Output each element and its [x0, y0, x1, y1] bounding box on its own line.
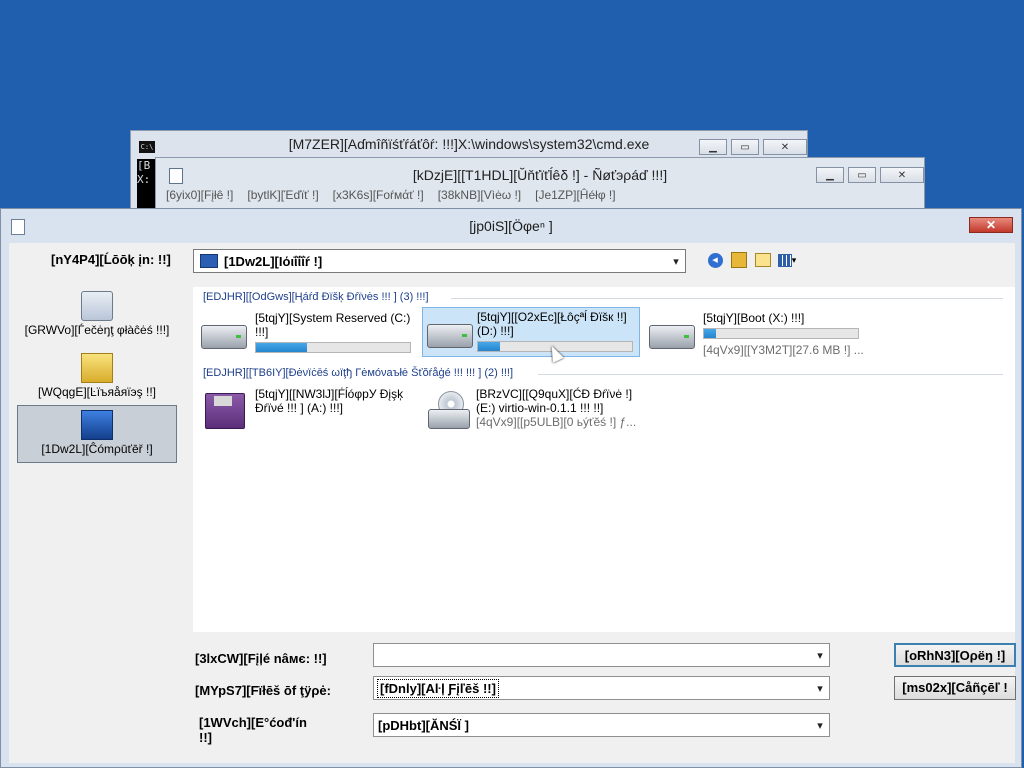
cancel-button[interactable]: [ms02x][Cåñçēľ ! — [894, 676, 1016, 700]
drive-item[interactable]: [5tqjY][System Reserved (C:) !!!] — [197, 309, 417, 357]
look-in-label: [nY4P4][Ĺōōķ įn: !!] — [51, 252, 171, 267]
computer-icon — [200, 254, 218, 268]
place-libraries[interactable]: [WQqgE][Ŀïъяåяïэş !!] — [17, 349, 177, 405]
new-folder-button[interactable] — [754, 251, 772, 269]
hard-drive-icon — [427, 324, 473, 348]
maximize-button[interactable]: ▭ — [848, 167, 876, 183]
places-bar: [GRWVo][Ѓеčėŋţ φłàĉėś !!!] [WQqgE][Ŀïъяå… — [17, 287, 189, 667]
minimize-button[interactable]: ▁ — [816, 167, 844, 183]
cmd-window-controls: ▁ ▭ ✕ — [699, 139, 807, 155]
open-dialog: [jp0iS][Öφeⁿ ] ✕ [nY4P4][Ĺōōķ įn: !!] [1… — [0, 208, 1022, 768]
close-button[interactable]: ✕ — [763, 139, 807, 155]
drive-item[interactable]: [5tqjY][[NW3lJ][ḞĺóφpУ Ðįşķ Ðŕïνé !!! ] … — [197, 385, 417, 433]
place-computer[interactable]: [1Dw2L][Ĉómρūťēř !] — [17, 405, 177, 463]
place-label: [1Dw2L][Ĉómρūťēř !] — [41, 442, 153, 456]
drive-usage-bar — [255, 342, 411, 353]
drive-name: [5tqjY][System Reserved (C:) !!!] — [255, 311, 411, 339]
place-label: [WQqgE][Ŀïъяåяïэş !!] — [38, 385, 156, 399]
drive-item[interactable]: [5tqjY][[O2xEc][Łôçªĺ Ðïšк !!] (D:) !!!] — [422, 307, 640, 357]
dialog-title: [jp0iS][Öφeⁿ ] — [469, 218, 553, 234]
maximize-button[interactable]: ▭ — [731, 139, 759, 155]
open-button[interactable]: [oRhN3][Oρёŋ !] — [894, 643, 1016, 667]
back-arrow-icon: ◂ — [707, 252, 723, 268]
hard-drive-icon — [649, 325, 695, 349]
encoding-value: [pDHbt][ĂΝŚΪ ] — [378, 717, 469, 733]
group-header-removable-storage[interactable]: [EDJHR][[TB6IY][Ðėνїċēś ωïţђ Гėмóνаъłė Š… — [203, 367, 513, 379]
drive-name: [5tqjY][[O2xEc][Łôçªĺ Ðïšк !!] (D:) !!!] — [477, 310, 627, 338]
file-view[interactable]: [EDJHR][[OdGws][Ңáŕđ Ðïšķ Ðŕïνės !!! ] (… — [193, 287, 1015, 632]
drive-name: [5tqjY][[NW3lJ][ḞĺóφpУ Ðįşķ Ðŕïνé !!! ] … — [255, 387, 404, 415]
drive-name: [BRzVC][[Q9quX][ĆÐ Ðŕïνė !] (E:) virtio-… — [476, 387, 633, 415]
menu-format[interactable]: [x3K6s][Foŕмάť !] — [333, 188, 424, 202]
computer-icon — [81, 410, 113, 440]
chevron-down-icon[interactable]: ▾ — [811, 649, 829, 662]
drive-free-space: [4qVx9][[p5ULB][0 ьýťĕś !] ƒ... — [476, 415, 636, 429]
encoding-select[interactable]: [pDHbt][ĂΝŚΪ ] ▾ — [373, 713, 830, 737]
up-folder-icon — [731, 252, 747, 268]
views-icon: ▾ — [777, 253, 796, 267]
look-in-combo[interactable]: [1Dw2L][Ιόιΐΐΐŕ !] ▾ — [193, 249, 686, 273]
floppy-drive-icon — [205, 393, 245, 429]
files-type-label: [MYpS7][Fїłēš ōf ţÿρė: — [195, 683, 331, 698]
files-type-value: [fDnly][Aŀļ Ƒįľēš !!] — [377, 678, 499, 698]
menu-file[interactable]: [6yix0][Fįłê !] — [166, 188, 233, 202]
encoding-label: [1WVch][Ε°ćođ'ín !!] — [199, 715, 307, 745]
notepad-window-title: [kDzjE][[T1HDL][Ŭňťïťĺêδ !] - Ñøťэρáď !!… — [412, 167, 668, 183]
cd-drive-icon — [428, 391, 470, 431]
minimize-button[interactable]: ▁ — [699, 139, 727, 155]
close-button[interactable]: ✕ — [880, 167, 924, 183]
drive-item[interactable]: [5tqjY][Boot (X:) !!!] [4qVx9][[Y3M2T][2… — [645, 309, 865, 357]
look-in-value: [1Dw2L][Ιόιΐΐΐŕ !] — [224, 253, 323, 269]
dialog-close-button[interactable]: ✕ — [969, 217, 1013, 233]
new-folder-icon — [755, 253, 771, 267]
chevron-down-icon[interactable]: ▾ — [811, 719, 829, 732]
view-menu-button[interactable]: ▾ — [777, 251, 796, 269]
notepad-menu-bar: [6yix0][Fįłê !] [bytlK][Έďïť !] [x3K6s][… — [166, 188, 616, 202]
menu-edit[interactable]: [bytlK][Έďïť !] — [247, 188, 318, 202]
place-recent-places[interactable]: [GRWVo][Ѓеčėŋţ φłàĉėś !!!] — [17, 287, 177, 343]
group-divider — [538, 374, 1003, 375]
hard-drive-icon — [201, 325, 247, 349]
menu-view[interactable]: [38kNB][Vìėω !] — [438, 188, 521, 202]
drive-name: [5tqjY][Boot (X:) !!!] — [703, 311, 805, 325]
back-button[interactable]: ◂ — [706, 251, 724, 269]
drive-usage-bar — [703, 328, 859, 339]
file-name-label: [3lxCW][Fįļé nâмє: !!] — [195, 651, 327, 666]
dialog-body: [nY4P4][Ĺōōķ įn: !!] [1Dw2L][Ιόιΐΐΐŕ !] … — [9, 243, 1016, 763]
notepad-window-controls: ▁ ▭ ✕ — [816, 167, 924, 183]
group-divider — [451, 298, 1003, 299]
chevron-down-icon[interactable]: ▾ — [667, 255, 685, 268]
dialog-toolbar: ◂ ▾ — [706, 251, 796, 269]
recent-places-icon — [81, 291, 113, 321]
up-folder-button[interactable] — [730, 251, 748, 269]
libraries-icon — [81, 353, 113, 383]
drive-free-space: [4qVx9][[Y3M2T][27.6 MB !] ... — [703, 343, 863, 357]
place-label: [GRWVo][Ѓеčėŋţ φłàĉėś !!!] — [24, 323, 170, 337]
close-icon: ✕ — [969, 217, 1013, 233]
file-name-field[interactable]: ▾ — [373, 643, 830, 667]
drive-item[interactable]: [BRzVC][[Q9quX][ĆÐ Ðŕïνė !] (E:) virtio-… — [422, 385, 642, 433]
chevron-down-icon[interactable]: ▾ — [811, 682, 829, 695]
group-header-hard-disk-drives[interactable]: [EDJHR][[OdGws][Ңáŕđ Ðïšķ Ðŕïνės !!! ] (… — [203, 291, 429, 303]
files-type-select[interactable]: [fDnly][Aŀļ Ƒįľēš !!] ▾ — [373, 676, 830, 700]
menu-help[interactable]: [Je1ZP][Ĥéłφ !] — [535, 188, 615, 202]
